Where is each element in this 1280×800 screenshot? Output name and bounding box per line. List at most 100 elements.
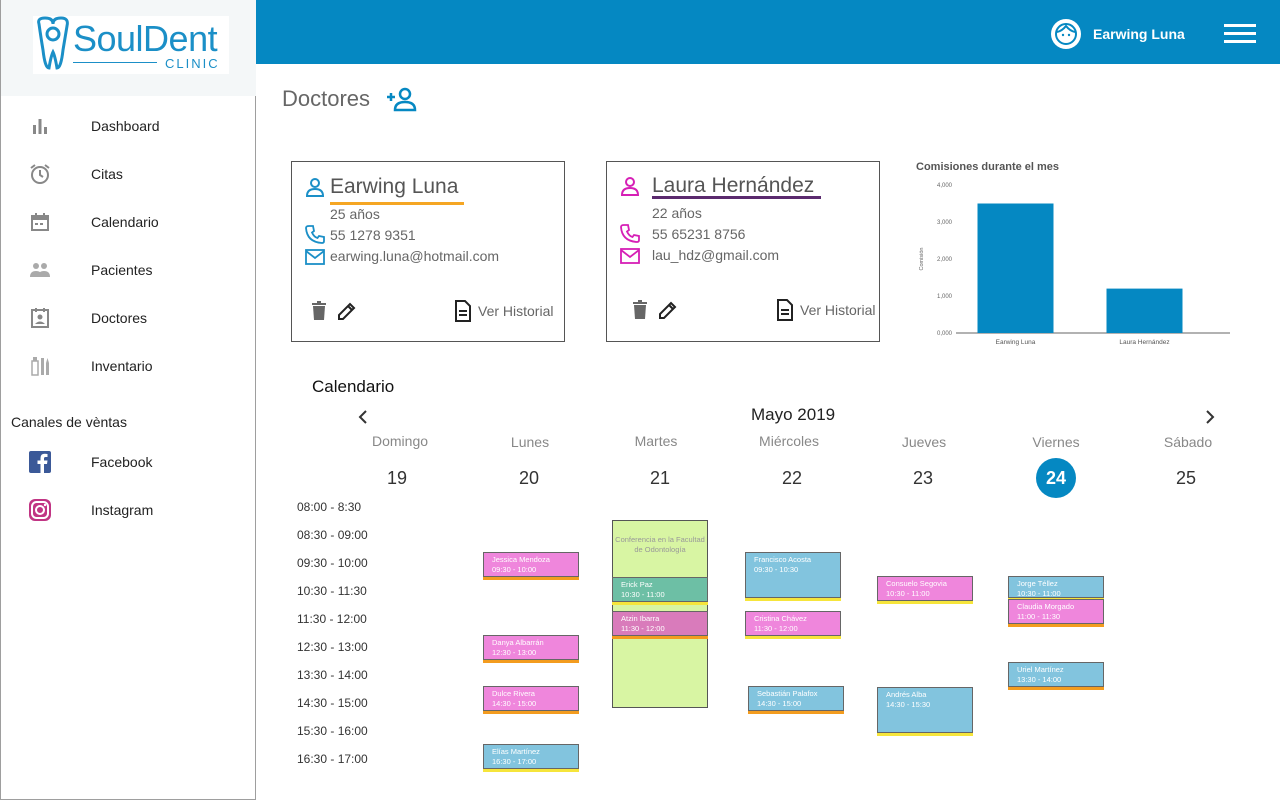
time-slot: 08:30 - 09:00 [297, 528, 368, 542]
doctor-phone: 55 65231 8756 [652, 226, 746, 242]
appointment-event[interactable]: Danya Albarrán 12:30 - 13:00 [483, 635, 579, 663]
day-number[interactable]: 20 [469, 468, 589, 489]
event-time: 12:30 - 13:00 [492, 648, 537, 657]
sidebar-item-label: Citas [91, 166, 123, 182]
event-patient: Consuelo Segovia [886, 579, 947, 588]
day-number[interactable]: 21 [600, 468, 720, 489]
sidebar: SoulDent CLINIC Dashboard Citas Calendar… [0, 0, 256, 800]
commissions-chart: 0,000 1,000 2,000 3,000 4,000 Comisión Earwing… [919, 183, 1230, 346]
appointment-event[interactable]: Cristina Chávez 11:30 - 12:00 [745, 611, 841, 639]
event-time: 09:30 - 10:30 [754, 565, 799, 574]
hamburger-menu-icon[interactable] [1224, 24, 1256, 44]
doctor-name[interactable]: Earwing Luna [330, 175, 458, 199]
event-time: 11:00 - 11:30 [1017, 612, 1061, 621]
people-icon [29, 259, 51, 281]
sidebar-item-instagram[interactable]: Instagram [1, 490, 256, 530]
appointment-event[interactable]: Consuelo Segovia 10:30 - 11:00 [877, 576, 973, 604]
event-status-bar [745, 636, 841, 639]
day-name: Martes [634, 433, 678, 449]
event-status-bar [748, 711, 844, 714]
appointment-event[interactable]: Elías Martínez 16:30 - 17:00 [483, 744, 579, 772]
doctor-age: 25 años [330, 206, 380, 222]
brand-sub: CLINIC [165, 56, 220, 71]
event-patient: Uriel Martínez [1017, 665, 1064, 674]
y-tick-label: 1,000 [937, 294, 953, 300]
time-slot: 10:30 - 11:30 [297, 584, 367, 598]
person-icon [620, 177, 640, 196]
sidebar-item-label: Doctores [91, 310, 148, 326]
brand-logo[interactable]: SoulDent CLINIC [33, 16, 229, 74]
time-slot: 08:00 - 8:30 [297, 500, 362, 514]
sidebar-item-label: Calendario [91, 214, 159, 230]
phone-icon [620, 224, 640, 243]
view-history-label: Ver Historial [478, 303, 554, 319]
view-history-label: Ver Historial [800, 302, 876, 318]
sidebar-item-label: Inventario [91, 358, 153, 374]
y-tick-label: 4,000 [937, 183, 953, 189]
sidebar-item-calendario[interactable]: Calendario [1, 202, 256, 242]
trash-icon[interactable] [629, 299, 651, 321]
sidebar-item-doctores[interactable]: Doctores [1, 298, 256, 338]
add-doctor-button[interactable] [386, 86, 418, 112]
time-slot: 09:30 - 10:00 [297, 556, 368, 570]
day-number[interactable]: 22 [732, 468, 852, 489]
day-number[interactable]: 25 [1126, 468, 1246, 489]
logo-area: SoulDent CLINIC [1, 0, 256, 96]
event-patient: Andrés Alba [886, 690, 927, 699]
appointment-event[interactable]: Sebastián Palafox 14:30 - 15:00 [748, 686, 844, 714]
edit-pencil-icon[interactable] [336, 300, 358, 322]
y-tick-label: 0,000 [937, 331, 953, 337]
time-slot: 13:30 - 14:00 [297, 668, 368, 682]
appointment-event[interactable]: Jessica Mendoza 09:30 - 10:00 [483, 552, 579, 580]
mail-icon [620, 248, 640, 264]
day-number-today[interactable]: 24 [1036, 458, 1076, 498]
sidebar-item-inventario[interactable]: Inventario [1, 346, 256, 386]
doctor-email: lau_hdz@gmail.com [652, 247, 780, 263]
view-history-button[interactable]: Ver Historial [454, 300, 553, 322]
view-history-button[interactable]: Ver Historial [776, 299, 875, 321]
sidebar-item-dashboard[interactable]: Dashboard [1, 106, 256, 146]
user-avatar[interactable] [1051, 19, 1081, 49]
day-name: Sábado [1163, 434, 1213, 450]
event-time: 14:30 - 15:00 [757, 699, 802, 708]
doctor-name[interactable]: Laura Hernández [652, 174, 814, 198]
instagram-icon [29, 499, 51, 521]
appointment-event[interactable]: Erick Paz 10:30 - 11:00 [612, 577, 708, 605]
chevron-left-icon[interactable] [355, 409, 371, 425]
event-status-bar [1008, 624, 1104, 627]
appointment-event[interactable]: Jorge Téllez 10:30 - 11:00 [1008, 576, 1104, 601]
appointment-event[interactable]: Francisco Acosta 09:30 - 10:30 [745, 552, 841, 601]
calendar-title: Calendario [312, 377, 395, 396]
event-time: 11:30 - 12:00 [754, 624, 798, 633]
phone-icon [305, 225, 325, 244]
sidebar-item-label: Pacientes [91, 262, 153, 278]
event-patient: Danya Albarrán [492, 638, 544, 647]
sidebar-item-citas[interactable]: Citas [1, 154, 256, 194]
trash-icon[interactable] [308, 300, 330, 322]
dental-tools-icon [29, 355, 51, 377]
appointment-event[interactable]: Claudia Morgado 11:00 - 11:30 [1008, 599, 1104, 627]
appointment-event[interactable]: Atzin Ibarra 11:30 - 12:00 [612, 611, 708, 639]
sidebar-item-facebook[interactable]: Facebook [1, 442, 256, 482]
user-name[interactable]: Earwing Luna [1093, 26, 1185, 42]
event-patient: Jorge Téllez [1017, 579, 1058, 588]
event-status-bar [877, 601, 973, 604]
event-status-bar [483, 660, 579, 663]
day-number[interactable]: 19 [337, 468, 457, 489]
day-name: Lunes [510, 434, 550, 450]
chevron-right-icon[interactable] [1202, 409, 1218, 425]
appointment-event[interactable]: Dulce Rivera 14:30 - 15:00 [483, 686, 579, 714]
time-slot: 15:30 - 16:00 [297, 724, 368, 738]
document-icon [777, 299, 793, 321]
sidebar-item-pacientes[interactable]: Pacientes [1, 250, 256, 290]
appointment-event[interactable]: Andrés Alba 14:30 - 15:30 [877, 687, 973, 736]
top-bar: Earwing Luna [256, 0, 1280, 64]
bar-chart-icon [29, 115, 51, 137]
day-number[interactable]: 23 [863, 468, 983, 489]
event-status-bar [612, 636, 708, 639]
appointment-event[interactable]: Uriel Martínez 13:30 - 14:00 [1008, 662, 1104, 690]
calendar-icon [29, 211, 51, 233]
edit-pencil-icon[interactable] [657, 299, 679, 321]
x-tick-label: Earwing Luna [996, 339, 1036, 346]
day-name: Domingo [371, 433, 429, 449]
